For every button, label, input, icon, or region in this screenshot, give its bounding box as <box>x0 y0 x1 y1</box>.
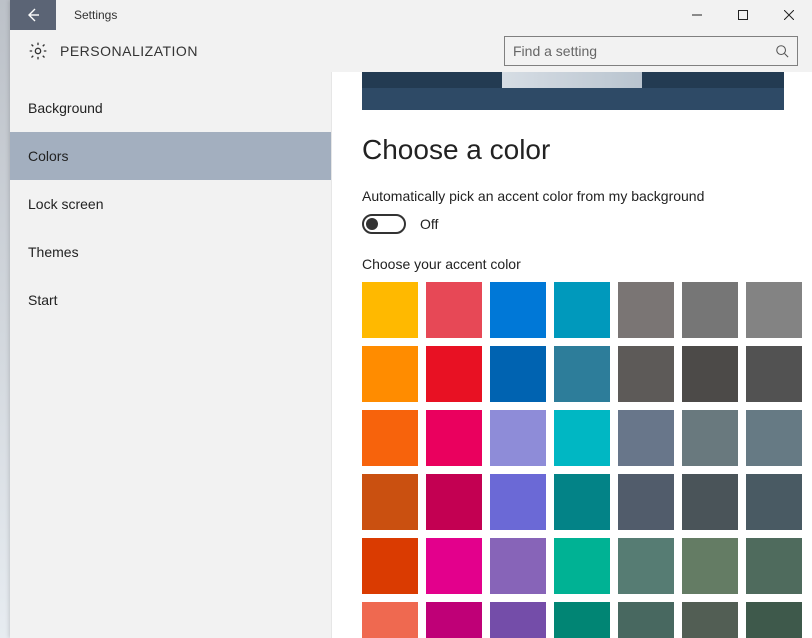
accent-swatch[interactable] <box>426 538 482 594</box>
arrow-left-icon <box>25 7 41 23</box>
sidebar-item-start[interactable]: Start <box>10 276 331 324</box>
sidebar-item-label: Background <box>28 100 103 116</box>
sidebar: Background Colors Lock screen Themes Sta… <box>10 72 332 638</box>
back-button[interactable] <box>10 0 56 30</box>
accent-swatch[interactable] <box>682 410 738 466</box>
accent-swatch-grid <box>362 282 812 638</box>
maximize-button[interactable] <box>720 0 766 30</box>
accent-swatch[interactable] <box>362 538 418 594</box>
accent-swatch[interactable] <box>618 410 674 466</box>
accent-swatch[interactable] <box>362 346 418 402</box>
accent-swatch[interactable] <box>746 346 802 402</box>
toggle-row: Off <box>362 214 812 234</box>
accent-swatch[interactable] <box>682 474 738 530</box>
accent-swatch[interactable] <box>618 474 674 530</box>
accent-swatch[interactable] <box>490 410 546 466</box>
accent-swatch[interactable] <box>362 602 418 638</box>
window-controls <box>674 0 812 30</box>
accent-swatch[interactable] <box>426 410 482 466</box>
accent-swatch[interactable] <box>490 474 546 530</box>
accent-swatch[interactable] <box>554 282 610 338</box>
accent-swatch[interactable] <box>554 538 610 594</box>
accent-swatch[interactable] <box>554 474 610 530</box>
settings-window: Settings PERSONALIZATION <box>10 0 812 638</box>
search-box[interactable] <box>504 36 798 66</box>
header-row: PERSONALIZATION <box>10 30 812 72</box>
accent-swatch[interactable] <box>682 602 738 638</box>
accent-swatch[interactable] <box>426 346 482 402</box>
sidebar-item-colors[interactable]: Colors <box>10 132 331 180</box>
accent-swatch[interactable] <box>426 474 482 530</box>
gear-icon <box>26 39 50 63</box>
sidebar-item-label: Lock screen <box>28 196 103 212</box>
accent-swatch[interactable] <box>490 602 546 638</box>
accent-swatch[interactable] <box>554 602 610 638</box>
preview-strip <box>362 72 784 110</box>
close-icon <box>784 10 794 20</box>
accent-swatch[interactable] <box>426 282 482 338</box>
sidebar-item-label: Start <box>28 292 58 308</box>
auto-pick-label: Automatically pick an accent color from … <box>362 188 812 204</box>
accent-swatch[interactable] <box>618 602 674 638</box>
accent-swatch[interactable] <box>746 410 802 466</box>
accent-swatch[interactable] <box>746 474 802 530</box>
accent-swatch[interactable] <box>362 282 418 338</box>
auto-pick-toggle[interactable] <box>362 214 406 234</box>
minimize-icon <box>692 10 702 20</box>
accent-swatch[interactable] <box>362 410 418 466</box>
accent-swatch[interactable] <box>490 538 546 594</box>
sidebar-item-label: Themes <box>28 244 79 260</box>
accent-swatch[interactable] <box>362 474 418 530</box>
search-icon <box>775 44 789 58</box>
accent-swatch[interactable] <box>618 346 674 402</box>
toggle-state: Off <box>420 216 438 232</box>
accent-swatch[interactable] <box>490 346 546 402</box>
sidebar-item-label: Colors <box>28 148 68 164</box>
accent-swatch[interactable] <box>746 538 802 594</box>
accent-swatch[interactable] <box>682 282 738 338</box>
search-input[interactable] <box>513 43 775 59</box>
accent-swatch[interactable] <box>682 346 738 402</box>
content-area: Choose a color Automatically pick an acc… <box>332 72 812 638</box>
accent-swatch[interactable] <box>426 602 482 638</box>
close-button[interactable] <box>766 0 812 30</box>
accent-swatch[interactable] <box>618 538 674 594</box>
page-heading: Choose a color <box>362 134 812 166</box>
sidebar-item-themes[interactable]: Themes <box>10 228 331 276</box>
accent-swatch[interactable] <box>746 282 802 338</box>
titlebar: Settings <box>10 0 812 30</box>
sidebar-item-background[interactable]: Background <box>10 84 331 132</box>
accent-swatch[interactable] <box>554 410 610 466</box>
toggle-knob <box>366 218 378 230</box>
accent-swatch[interactable] <box>682 538 738 594</box>
accent-swatch[interactable] <box>618 282 674 338</box>
minimize-button[interactable] <box>674 0 720 30</box>
accent-swatch[interactable] <box>490 282 546 338</box>
section-title: PERSONALIZATION <box>60 43 198 59</box>
accent-swatch[interactable] <box>554 346 610 402</box>
body: Background Colors Lock screen Themes Sta… <box>10 72 812 638</box>
sidebar-item-lock-screen[interactable]: Lock screen <box>10 180 331 228</box>
accent-color-label: Choose your accent color <box>362 256 812 272</box>
window-title: Settings <box>56 8 117 22</box>
accent-swatch[interactable] <box>746 602 802 638</box>
maximize-icon <box>738 10 748 20</box>
